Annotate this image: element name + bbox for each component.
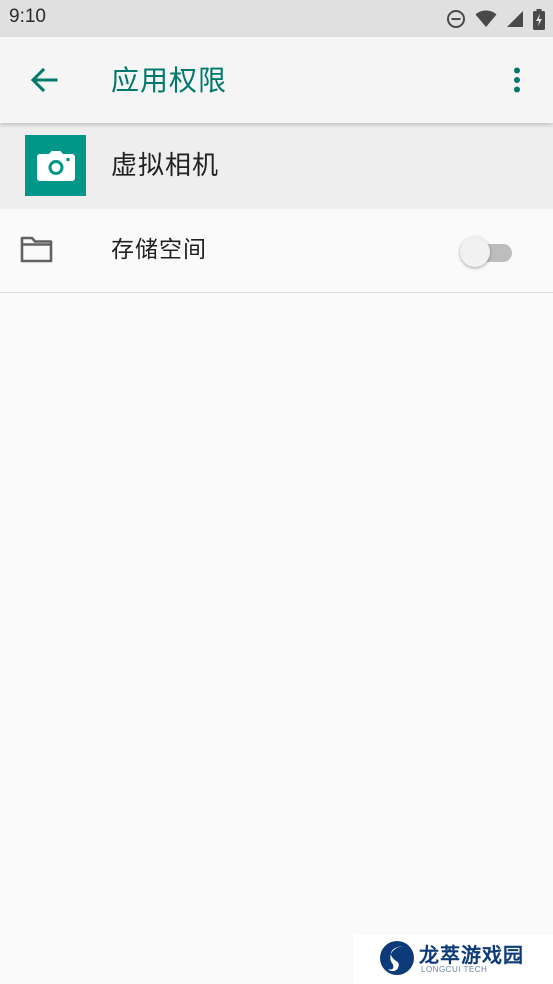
status-time: 9:10 <box>9 6 46 27</box>
app-bar: 应用权限 <box>0 37 553 123</box>
wifi-icon <box>475 10 497 27</box>
arrow-back-icon <box>30 68 58 92</box>
more-vert-icon <box>514 67 520 93</box>
camera-icon <box>36 150 75 181</box>
watermark-logo <box>380 941 414 975</box>
app-icon <box>25 135 86 196</box>
do-not-disturb-icon <box>447 10 465 28</box>
status-icons <box>446 8 545 30</box>
toggle-thumb <box>460 237 490 267</box>
watermark-subtitle: LONGCUI TECH <box>421 965 488 974</box>
permission-row-storage[interactable]: 存储空间 <box>0 209 553 293</box>
back-button[interactable] <box>22 58 66 102</box>
page-title: 应用权限 <box>111 64 228 97</box>
battery-charging-icon <box>533 8 545 30</box>
more-options-button[interactable] <box>495 58 539 102</box>
folder-icon <box>20 236 53 263</box>
app-name: 虚拟相机 <box>111 151 220 181</box>
permission-label: 存储空间 <box>111 237 207 263</box>
storage-permission-toggle[interactable] <box>460 237 514 267</box>
status-bar: 9:10 <box>0 0 553 37</box>
cellular-signal-icon <box>507 11 523 27</box>
watermark-name: 龙萃游戏园 <box>419 943 524 967</box>
app-header: 虚拟相机 <box>0 123 553 209</box>
watermark: 龙萃游戏园 LONGCUI TECH <box>353 935 553 984</box>
